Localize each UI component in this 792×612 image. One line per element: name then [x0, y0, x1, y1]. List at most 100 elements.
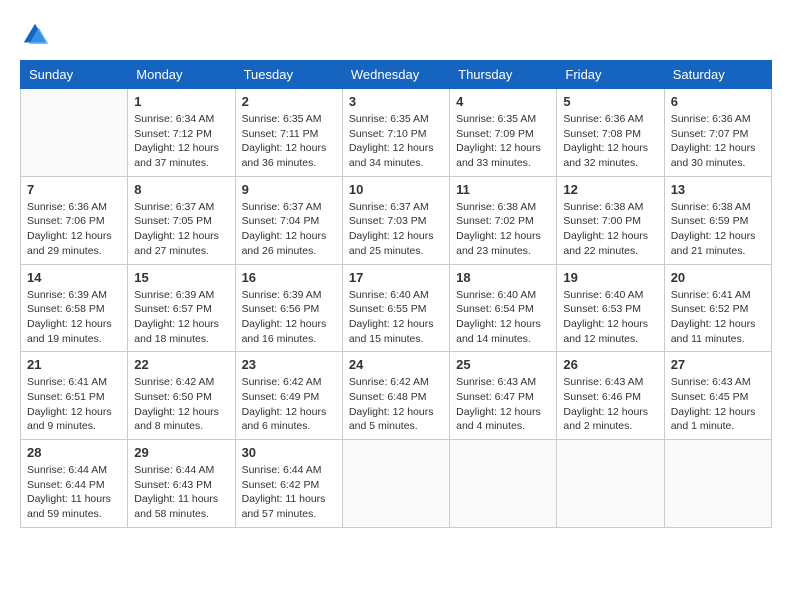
day-info: Sunrise: 6:40 AMSunset: 6:55 PMDaylight:… [349, 288, 443, 347]
day-number: 13 [671, 182, 765, 197]
weekday-header: Wednesday [342, 61, 449, 89]
day-info: Sunrise: 6:38 AMSunset: 7:02 PMDaylight:… [456, 200, 550, 259]
day-info: Sunrise: 6:43 AMSunset: 6:45 PMDaylight:… [671, 375, 765, 434]
day-number: 21 [27, 357, 121, 372]
calendar-week-row: 14 Sunrise: 6:39 AMSunset: 6:58 PMDayligh… [21, 264, 772, 352]
day-info: Sunrise: 6:34 AMSunset: 7:12 PMDaylight:… [134, 112, 228, 171]
calendar-cell: 18 Sunrise: 6:40 AMSunset: 6:54 PMDayligh… [450, 264, 557, 352]
calendar-cell: 3Sunrise: 6:35 AMSunset: 7:10 PMDaylight… [342, 89, 449, 177]
day-number: 12 [563, 182, 657, 197]
day-number: 15 [134, 270, 228, 285]
day-info: Sunrise: 6:42 AMSunset: 6:49 PMDaylight:… [242, 375, 336, 434]
calendar-cell [664, 440, 771, 528]
day-number: 19 [563, 270, 657, 285]
calendar-cell: 11 Sunrise: 6:38 AMSunset: 7:02 PMDayligh… [450, 176, 557, 264]
day-number: 1 [134, 94, 228, 109]
day-info: Sunrise: 6:41 AMSunset: 6:51 PMDaylight:… [27, 375, 121, 434]
day-info: Sunrise: 6:36 AMSunset: 7:07 PMDaylight:… [671, 112, 765, 171]
day-number: 3 [349, 94, 443, 109]
weekday-header: Thursday [450, 61, 557, 89]
day-number: 14 [27, 270, 121, 285]
calendar-cell: 19 Sunrise: 6:40 AMSunset: 6:53 PMDayligh… [557, 264, 664, 352]
calendar-cell: 14 Sunrise: 6:39 AMSunset: 6:58 PMDayligh… [21, 264, 128, 352]
weekday-header-row: SundayMondayTuesdayWednesdayThursdayFrid… [21, 61, 772, 89]
day-number: 9 [242, 182, 336, 197]
calendar-cell: 7 Sunrise: 6:36 AMSunset: 7:06 PMDaylight… [21, 176, 128, 264]
calendar-cell: 29 Sunrise: 6:44 AMSunset: 6:43 PMDayligh… [128, 440, 235, 528]
day-number: 27 [671, 357, 765, 372]
calendar-cell [557, 440, 664, 528]
calendar-cell: 15 Sunrise: 6:39 AMSunset: 6:57 PMDayligh… [128, 264, 235, 352]
calendar-cell: 5 Sunrise: 6:36 AMSunset: 7:08 PMDaylight… [557, 89, 664, 177]
day-number: 8 [134, 182, 228, 197]
calendar-cell: 9Sunrise: 6:37 AMSunset: 7:04 PMDaylight… [235, 176, 342, 264]
calendar-cell [21, 89, 128, 177]
day-info: Sunrise: 6:42 AMSunset: 6:48 PMDaylight:… [349, 375, 443, 434]
weekday-header: Sunday [21, 61, 128, 89]
calendar-cell: 23 Sunrise: 6:42 AMSunset: 6:49 PMDayligh… [235, 352, 342, 440]
day-number: 10 [349, 182, 443, 197]
day-info: Sunrise: 6:41 AMSunset: 6:52 PMDaylight:… [671, 288, 765, 347]
calendar-table: SundayMondayTuesdayWednesdayThursdayFrid… [20, 60, 772, 528]
day-info: Sunrise: 6:42 AMSunset: 6:50 PMDaylight:… [134, 375, 228, 434]
day-number: 18 [456, 270, 550, 285]
calendar-cell: 2 Sunrise: 6:35 AMSunset: 7:11 PMDaylight… [235, 89, 342, 177]
day-info: Sunrise: 6:36 AMSunset: 7:08 PMDaylight:… [563, 112, 657, 171]
day-number: 5 [563, 94, 657, 109]
weekday-header: Saturday [664, 61, 771, 89]
calendar-week-row: 1 Sunrise: 6:34 AMSunset: 7:12 PMDaylight… [21, 89, 772, 177]
day-info: Sunrise: 6:35 AMSunset: 7:11 PMDaylight:… [242, 112, 336, 171]
calendar-cell: 10 Sunrise: 6:37 AMSunset: 7:03 PMDayligh… [342, 176, 449, 264]
calendar-cell: 28 Sunrise: 6:44 AMSunset: 6:44 PMDayligh… [21, 440, 128, 528]
calendar-cell: 21 Sunrise: 6:41 AMSunset: 6:51 PMDayligh… [21, 352, 128, 440]
day-number: 23 [242, 357, 336, 372]
day-number: 17 [349, 270, 443, 285]
weekday-header: Monday [128, 61, 235, 89]
day-info: Sunrise: 6:39 AMSunset: 6:57 PMDaylight:… [134, 288, 228, 347]
day-info: Sunrise: 6:44 AMSunset: 6:43 PMDaylight:… [134, 463, 228, 522]
day-number: 2 [242, 94, 336, 109]
day-number: 24 [349, 357, 443, 372]
day-number: 29 [134, 445, 228, 460]
calendar-cell: 13Sunrise: 6:38 AMSunset: 6:59 PMDayligh… [664, 176, 771, 264]
day-info: Sunrise: 6:44 AMSunset: 6:44 PMDaylight:… [27, 463, 121, 522]
calendar-cell: 1 Sunrise: 6:34 AMSunset: 7:12 PMDaylight… [128, 89, 235, 177]
calendar-week-row: 28 Sunrise: 6:44 AMSunset: 6:44 PMDayligh… [21, 440, 772, 528]
page-header [20, 20, 772, 50]
day-info: Sunrise: 6:35 AMSunset: 7:09 PMDaylight:… [456, 112, 550, 171]
day-info: Sunrise: 6:37 AMSunset: 7:03 PMDaylight:… [349, 200, 443, 259]
calendar-cell: 27 Sunrise: 6:43 AMSunset: 6:45 PMDayligh… [664, 352, 771, 440]
calendar-cell: 20 Sunrise: 6:41 AMSunset: 6:52 PMDayligh… [664, 264, 771, 352]
calendar-cell: 30Sunrise: 6:44 AMSunset: 6:42 PMDayligh… [235, 440, 342, 528]
calendar-cell: 12 Sunrise: 6:38 AMSunset: 7:00 PMDayligh… [557, 176, 664, 264]
logo-icon [20, 20, 50, 50]
day-info: Sunrise: 6:43 AMSunset: 6:46 PMDaylight:… [563, 375, 657, 434]
day-info: Sunrise: 6:39 AMSunset: 6:56 PMDaylight:… [242, 288, 336, 347]
day-number: 6 [671, 94, 765, 109]
day-info: Sunrise: 6:39 AMSunset: 6:58 PMDaylight:… [27, 288, 121, 347]
day-info: Sunrise: 6:37 AMSunset: 7:05 PMDaylight:… [134, 200, 228, 259]
day-info: Sunrise: 6:36 AMSunset: 7:06 PMDaylight:… [27, 200, 121, 259]
day-info: Sunrise: 6:44 AMSunset: 6:42 PMDaylight:… [242, 463, 336, 522]
calendar-cell: 4Sunrise: 6:35 AMSunset: 7:09 PMDaylight… [450, 89, 557, 177]
calendar-cell: 25Sunrise: 6:43 AMSunset: 6:47 PMDayligh… [450, 352, 557, 440]
day-number: 28 [27, 445, 121, 460]
day-number: 26 [563, 357, 657, 372]
day-info: Sunrise: 6:43 AMSunset: 6:47 PMDaylight:… [456, 375, 550, 434]
day-number: 7 [27, 182, 121, 197]
day-info: Sunrise: 6:38 AMSunset: 7:00 PMDaylight:… [563, 200, 657, 259]
calendar-cell: 17 Sunrise: 6:40 AMSunset: 6:55 PMDayligh… [342, 264, 449, 352]
weekday-header: Friday [557, 61, 664, 89]
calendar-cell: 6 Sunrise: 6:36 AMSunset: 7:07 PMDaylight… [664, 89, 771, 177]
calendar-cell [342, 440, 449, 528]
calendar-cell: 16 Sunrise: 6:39 AMSunset: 6:56 PMDayligh… [235, 264, 342, 352]
calendar-cell: 8 Sunrise: 6:37 AMSunset: 7:05 PMDaylight… [128, 176, 235, 264]
day-number: 11 [456, 182, 550, 197]
day-info: Sunrise: 6:40 AMSunset: 6:54 PMDaylight:… [456, 288, 550, 347]
calendar-cell: 26 Sunrise: 6:43 AMSunset: 6:46 PMDayligh… [557, 352, 664, 440]
logo [20, 20, 54, 50]
day-number: 20 [671, 270, 765, 285]
day-number: 16 [242, 270, 336, 285]
weekday-header: Tuesday [235, 61, 342, 89]
day-info: Sunrise: 6:40 AMSunset: 6:53 PMDaylight:… [563, 288, 657, 347]
